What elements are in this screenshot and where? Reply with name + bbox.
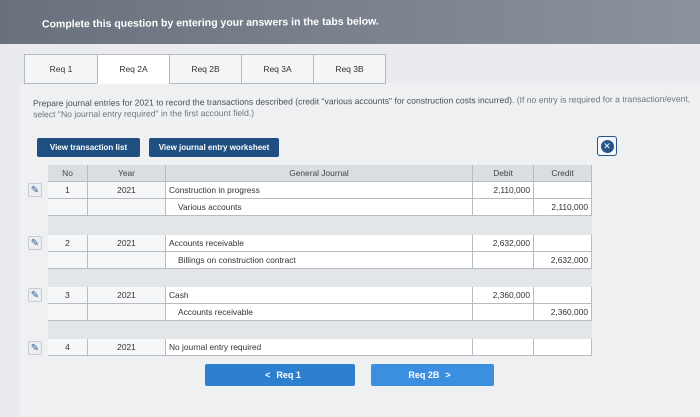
requirement-tabs: Req 1 Req 2A Req 2B Req 3A Req 3B — [24, 54, 454, 84]
chevron-left-icon: < — [265, 370, 271, 380]
journal-header-row: No Year General Journal Debit Credit — [48, 165, 592, 182]
credit-amount-field[interactable] — [534, 287, 592, 304]
view-journal-entry-worksheet-button[interactable]: View journal entry worksheet — [149, 138, 279, 157]
prev-req-label: Req 1 — [276, 370, 301, 380]
credit-amount-field[interactable] — [534, 339, 592, 356]
next-req-label: Req 2B — [408, 370, 440, 380]
entry-year: 2021 — [88, 235, 166, 252]
edit-entry-2-icon[interactable]: ✎ — [28, 236, 42, 250]
credit-account-field[interactable]: Accounts receivable — [166, 304, 473, 321]
entry-year: 2021 — [88, 339, 166, 356]
view-transaction-list-button[interactable]: View transaction list — [37, 138, 140, 157]
table-row: Billings on construction contract 2,632,… — [48, 252, 592, 269]
header-general-journal: General Journal — [166, 165, 473, 182]
prev-req-button[interactable]: < Req 1 — [205, 364, 355, 386]
debit-amount-field[interactable]: 2,632,000 — [473, 235, 534, 252]
chevron-right-icon: > — [445, 370, 451, 380]
debit-account-field[interactable]: Accounts receivable — [166, 235, 473, 252]
debit-amount-field[interactable] — [473, 304, 534, 321]
debit-account-field[interactable]: Construction in progress — [166, 182, 473, 199]
question-banner: Complete this question by entering your … — [0, 0, 700, 44]
close-icon: ✕ — [600, 139, 614, 153]
credit-account-field[interactable]: Billings on construction contract — [166, 252, 473, 269]
header-debit: Debit — [473, 165, 534, 182]
edit-entry-3-icon[interactable]: ✎ — [28, 288, 42, 302]
tab-req-3a[interactable]: Req 3A — [241, 54, 314, 84]
close-button[interactable]: ✕ — [597, 136, 617, 156]
debit-amount-field[interactable]: 2,110,000 — [473, 182, 534, 199]
edit-entry-1-icon[interactable]: ✎ — [28, 183, 42, 197]
header-no: No — [48, 165, 88, 182]
debit-amount-field[interactable] — [473, 252, 534, 269]
entry-year: 2021 — [88, 182, 166, 199]
instructions-main: Prepare journal entries for 2021 to reco… — [32, 94, 515, 109]
table-row: 1 2021 Construction in progress 2,110,00… — [48, 182, 592, 199]
tab-req-2b[interactable]: Req 2B — [169, 54, 242, 84]
credit-amount-field[interactable] — [534, 235, 592, 252]
credit-account-field[interactable]: Various accounts — [166, 199, 473, 216]
entry-no: 1 — [48, 182, 88, 199]
general-journal-table: No Year General Journal Debit Credit 1 2… — [48, 165, 592, 356]
header-year: Year — [88, 165, 166, 182]
entry-no: 4 — [48, 339, 88, 356]
entry-no: 2 — [48, 235, 88, 252]
debit-account-field[interactable]: No journal entry required — [166, 339, 473, 356]
credit-amount-field[interactable]: 2,632,000 — [534, 252, 592, 269]
credit-amount-field[interactable] — [534, 182, 592, 199]
credit-amount-field[interactable]: 2,110,000 — [534, 199, 592, 216]
entry-no: 3 — [48, 287, 88, 304]
entry-year: 2021 — [88, 287, 166, 304]
table-row: 2 2021 Accounts receivable 2,632,000 — [48, 235, 592, 252]
credit-amount-field[interactable]: 2,360,000 — [534, 304, 592, 321]
tab-req-2a[interactable]: Req 2A — [97, 54, 170, 84]
table-row: Accounts receivable 2,360,000 — [48, 304, 592, 321]
tab-req-3b[interactable]: Req 3B — [313, 54, 386, 84]
edit-entry-4-icon[interactable]: ✎ — [28, 341, 42, 355]
instructions: Prepare journal entries for 2021 to reco… — [33, 94, 693, 121]
debit-account-field[interactable]: Cash — [166, 287, 473, 304]
banner-text: Complete this question by entering your … — [41, 15, 379, 31]
debit-amount-field[interactable] — [473, 199, 534, 216]
table-row: 4 2021 No journal entry required — [48, 339, 592, 356]
debit-amount-field[interactable] — [473, 339, 534, 356]
table-row: Various accounts 2,110,000 — [48, 199, 592, 216]
next-req-button[interactable]: Req 2B > — [371, 364, 494, 386]
header-credit: Credit — [534, 165, 592, 182]
debit-amount-field[interactable]: 2,360,000 — [473, 287, 534, 304]
tab-req-1[interactable]: Req 1 — [24, 54, 98, 84]
table-row: 3 2021 Cash 2,360,000 — [48, 287, 592, 304]
